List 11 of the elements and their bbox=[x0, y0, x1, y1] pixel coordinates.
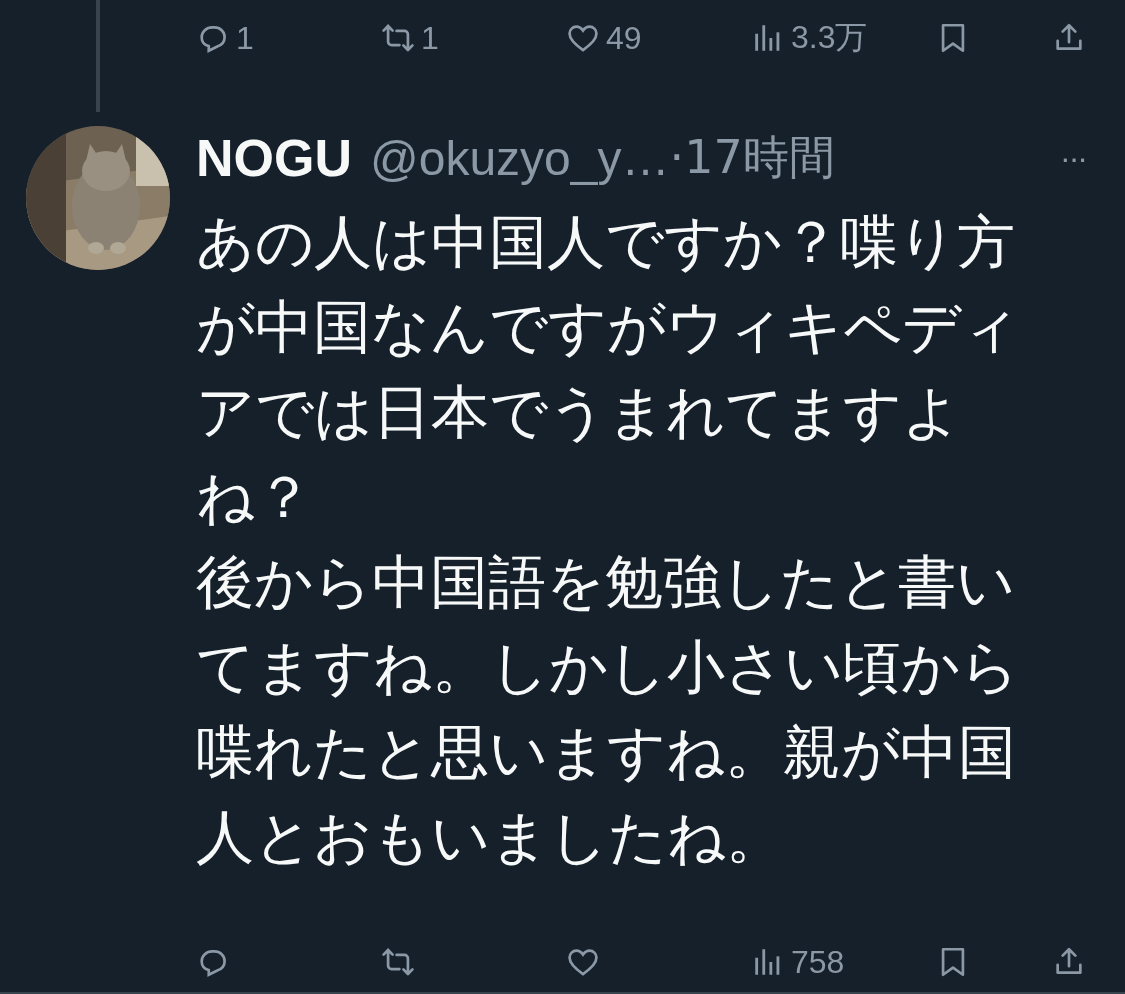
views-button[interactable]: 758 bbox=[751, 943, 936, 981]
reply-button[interactable]: 1 bbox=[196, 19, 381, 57]
like-button[interactable]: 49 bbox=[566, 19, 751, 57]
user-handle: @okuzyo_y… bbox=[370, 130, 670, 186]
tweet-paragraph: 後から中国語を勉強したと書いてますね。しかし小さい頃から喋れたと思いますね。親が中国人とおもいましたね。 bbox=[196, 547, 1020, 873]
user-name[interactable]: NOGU bbox=[196, 128, 352, 188]
views-button[interactable]: 3.3万 bbox=[751, 16, 936, 60]
tweet-paragraph: あの人は中国人ですか？喋り方が中国なんですがウィキペディアでは日本でうまれてますよね？ bbox=[196, 207, 1021, 533]
timestamp: ·17時間 bbox=[669, 129, 835, 186]
retweet-button[interactable]: 1 bbox=[381, 19, 566, 57]
more-button[interactable]: ··· bbox=[1060, 139, 1086, 177]
